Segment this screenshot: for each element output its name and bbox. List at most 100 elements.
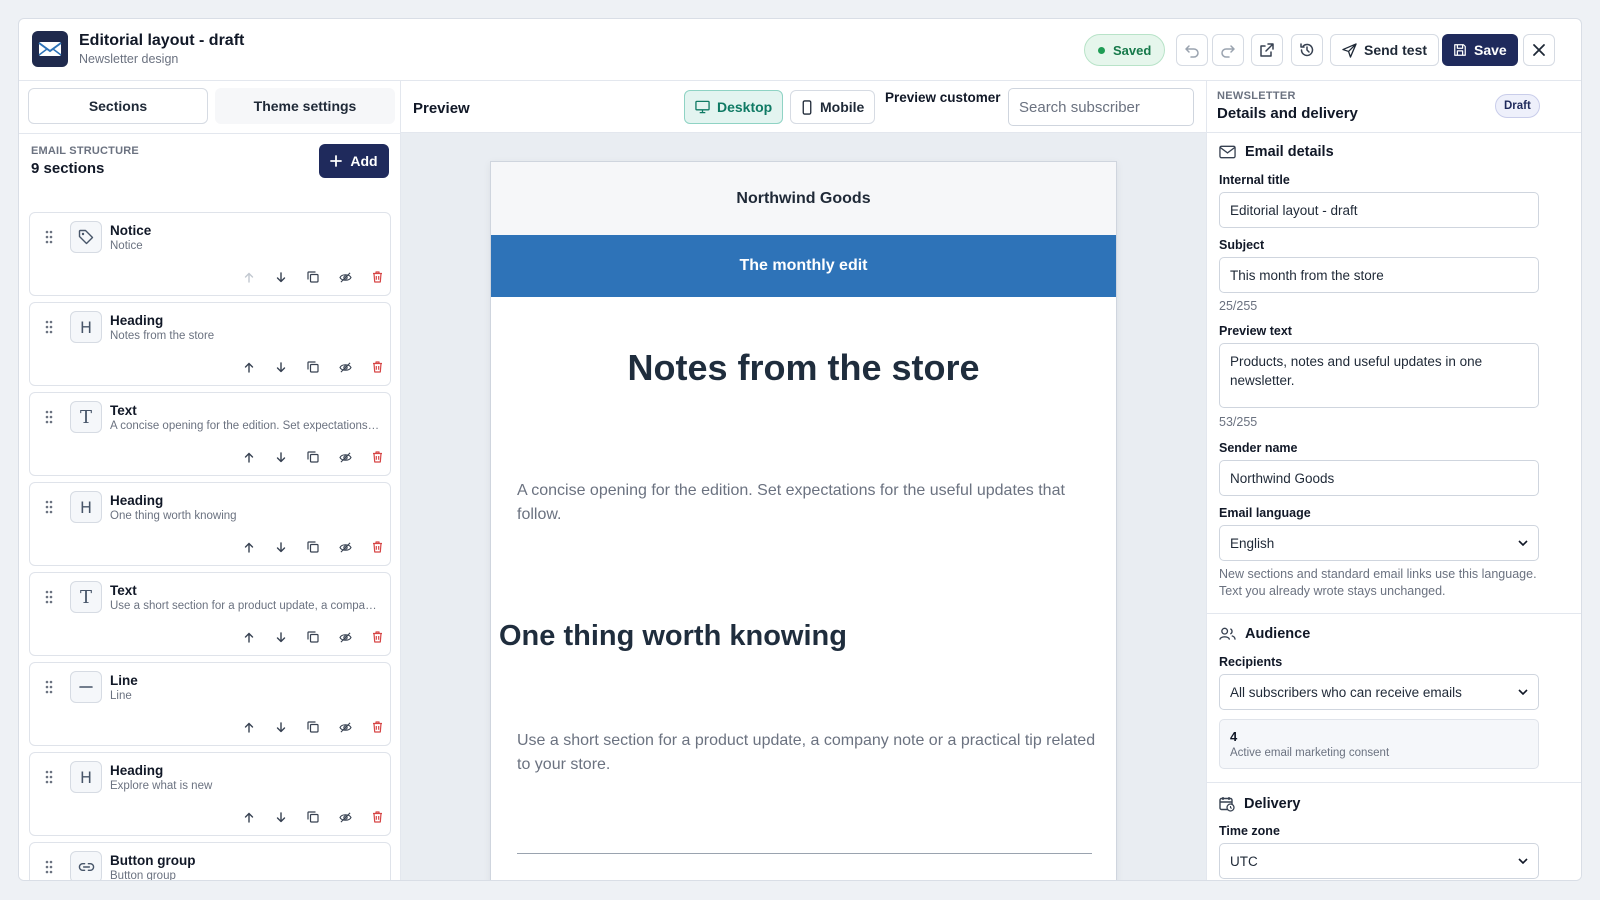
drag-handle-icon[interactable] (44, 499, 54, 515)
move-down-button[interactable] (265, 807, 297, 827)
move-down-button[interactable] (265, 357, 297, 377)
preview-text-textarea[interactable]: Products, notes and useful updates in on… (1219, 343, 1539, 408)
email-language-select[interactable]: English (1219, 525, 1539, 561)
section-title: Text (110, 403, 137, 418)
drag-handle-icon[interactable] (44, 679, 54, 695)
trash-button[interactable] (361, 357, 393, 377)
trash-icon (372, 361, 382, 373)
subscriber-search-input[interactable] (1008, 88, 1194, 126)
move-down-button[interactable] (265, 717, 297, 737)
duplicate-button[interactable] (297, 717, 329, 737)
trash-button[interactable] (361, 267, 393, 287)
timezone-value: UTC (1230, 853, 1258, 869)
section-card[interactable]: T Text A concise opening for the edition. … (29, 392, 391, 476)
hide-icon (338, 632, 352, 642)
mobile-label: Mobile (820, 99, 865, 115)
page-title: Editorial layout - draft (79, 32, 245, 49)
close-button[interactable] (1523, 34, 1555, 66)
drag-handle-icon[interactable] (44, 769, 54, 785)
move-up-button[interactable] (233, 267, 265, 287)
hide-button[interactable] (329, 357, 361, 377)
preview-text-char-count: 53/255 (1219, 415, 1258, 429)
duplicate-button[interactable] (297, 537, 329, 557)
hide-icon (338, 722, 352, 732)
hide-button[interactable] (329, 447, 361, 467)
open-external-button[interactable] (1251, 34, 1283, 66)
email-heading: Notes from the store (627, 347, 980, 388)
duplicate-button[interactable] (297, 627, 329, 647)
duplicate-icon (307, 721, 319, 733)
duplicate-button[interactable] (297, 447, 329, 467)
trash-icon (372, 451, 382, 463)
panel-overline: NEWSLETTER (1217, 90, 1296, 102)
move-down-button[interactable] (265, 267, 297, 287)
section-card[interactable]: T Text Use a short section for a product u… (29, 572, 391, 656)
move-down-icon (276, 721, 286, 732)
trash-button[interactable] (361, 807, 393, 827)
move-up-button[interactable] (233, 807, 265, 827)
undo-button[interactable] (1176, 34, 1208, 66)
move-down-button[interactable] (265, 537, 297, 557)
trash-button[interactable] (361, 627, 393, 647)
tab-theme-settings[interactable]: Theme settings (215, 88, 395, 124)
section-count: 9 sections (31, 160, 105, 177)
desktop-view-button[interactable]: Desktop (684, 90, 784, 124)
recipient-count-label: Active email marketing consent (1230, 747, 1390, 759)
audience-heading: Audience (1219, 626, 1310, 642)
hide-icon (338, 362, 352, 372)
section-subtitle: Line (110, 690, 132, 702)
section-card[interactable]: Button group Button group (29, 842, 391, 880)
hide-icon (338, 812, 352, 822)
section-title: Heading (110, 493, 164, 508)
duplicate-button[interactable] (297, 357, 329, 377)
section-card[interactable]: H Heading Notes from the store (29, 302, 391, 386)
history-button[interactable] (1291, 34, 1323, 66)
recipients-value: All subscribers who can receive emails (1230, 684, 1462, 700)
hide-button[interactable] (329, 267, 361, 287)
saved-label: Saved (1113, 42, 1152, 58)
move-up-button[interactable] (233, 627, 265, 647)
section-card[interactable]: H Heading One thing worth knowing (29, 482, 391, 566)
mobile-view-button[interactable]: Mobile (790, 90, 876, 124)
trash-button[interactable] (361, 537, 393, 557)
heading-icon: H (70, 761, 102, 793)
move-up-button[interactable] (233, 537, 265, 557)
move-up-button[interactable] (233, 357, 265, 377)
trash-button[interactable] (361, 717, 393, 737)
drag-handle-icon[interactable] (44, 589, 54, 605)
drag-handle-icon[interactable] (44, 409, 54, 425)
email-details-heading-label: Email details (1245, 144, 1334, 160)
preview-panel: Preview Desktop Mobile Preview customer … (401, 81, 1206, 880)
duplicate-button[interactable] (297, 267, 329, 287)
send-test-button[interactable]: Send test (1330, 34, 1440, 66)
hide-button[interactable] (329, 807, 361, 827)
save-button[interactable]: Save (1442, 34, 1518, 66)
hide-button[interactable] (329, 627, 361, 647)
section-card[interactable]: H Heading Explore what is new (29, 752, 391, 836)
trash-button[interactable] (361, 447, 393, 467)
move-up-button[interactable] (233, 717, 265, 737)
drag-handle-icon[interactable] (44, 229, 54, 245)
subject-input[interactable]: This month from the store (1219, 257, 1539, 293)
recipients-select[interactable]: All subscribers who can receive emails (1219, 674, 1539, 710)
move-down-button[interactable] (265, 627, 297, 647)
internal-title-input[interactable]: Editorial layout - draft (1219, 192, 1539, 228)
save-icon (1454, 44, 1466, 56)
add-section-button[interactable]: Add (319, 144, 389, 178)
timezone-select[interactable]: UTC (1219, 843, 1539, 879)
close-icon (1533, 44, 1545, 56)
move-up-button[interactable] (233, 447, 265, 467)
hide-button[interactable] (329, 717, 361, 737)
section-card[interactable]: Line Line (29, 662, 391, 746)
section-card[interactable]: Notice Notice (29, 212, 391, 296)
drag-handle-icon[interactable] (44, 859, 54, 875)
tab-sections[interactable]: Sections (28, 88, 208, 124)
sender-name-input[interactable]: Northwind Goods (1219, 460, 1539, 496)
hide-button[interactable] (329, 537, 361, 557)
move-down-button[interactable] (265, 447, 297, 467)
duplicate-button[interactable] (297, 807, 329, 827)
page-subtitle: Newsletter design (79, 52, 179, 66)
redo-button[interactable] (1212, 34, 1244, 66)
drag-handle-icon[interactable] (44, 319, 54, 335)
email-language-label: Email language (1219, 506, 1311, 520)
